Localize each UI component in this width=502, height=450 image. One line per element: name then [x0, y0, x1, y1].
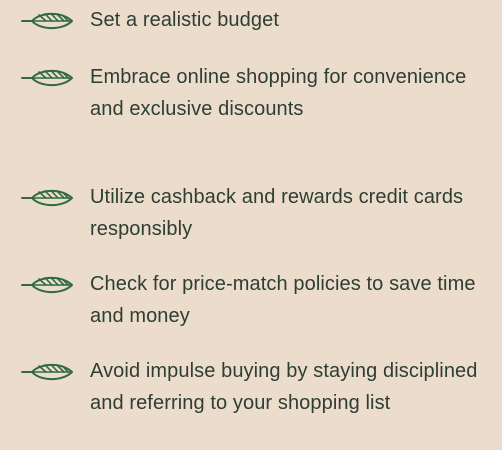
leaf-icon: [20, 68, 74, 88]
tip-text: Embrace online shopping for convenience …: [90, 66, 467, 120]
tip-text: Avoid impulse buying by staying discipli…: [90, 360, 478, 414]
leaf-icon: [20, 275, 74, 295]
tip-text: Set a realistic budget: [90, 9, 279, 31]
leaf-icon: [20, 362, 74, 382]
tip-text: Utilize cashback and rewards credit card…: [90, 186, 464, 240]
leaf-icon: [20, 188, 74, 208]
leaf-icon: [20, 11, 74, 31]
tip-text: Check for price-match policies to save t…: [90, 273, 476, 327]
